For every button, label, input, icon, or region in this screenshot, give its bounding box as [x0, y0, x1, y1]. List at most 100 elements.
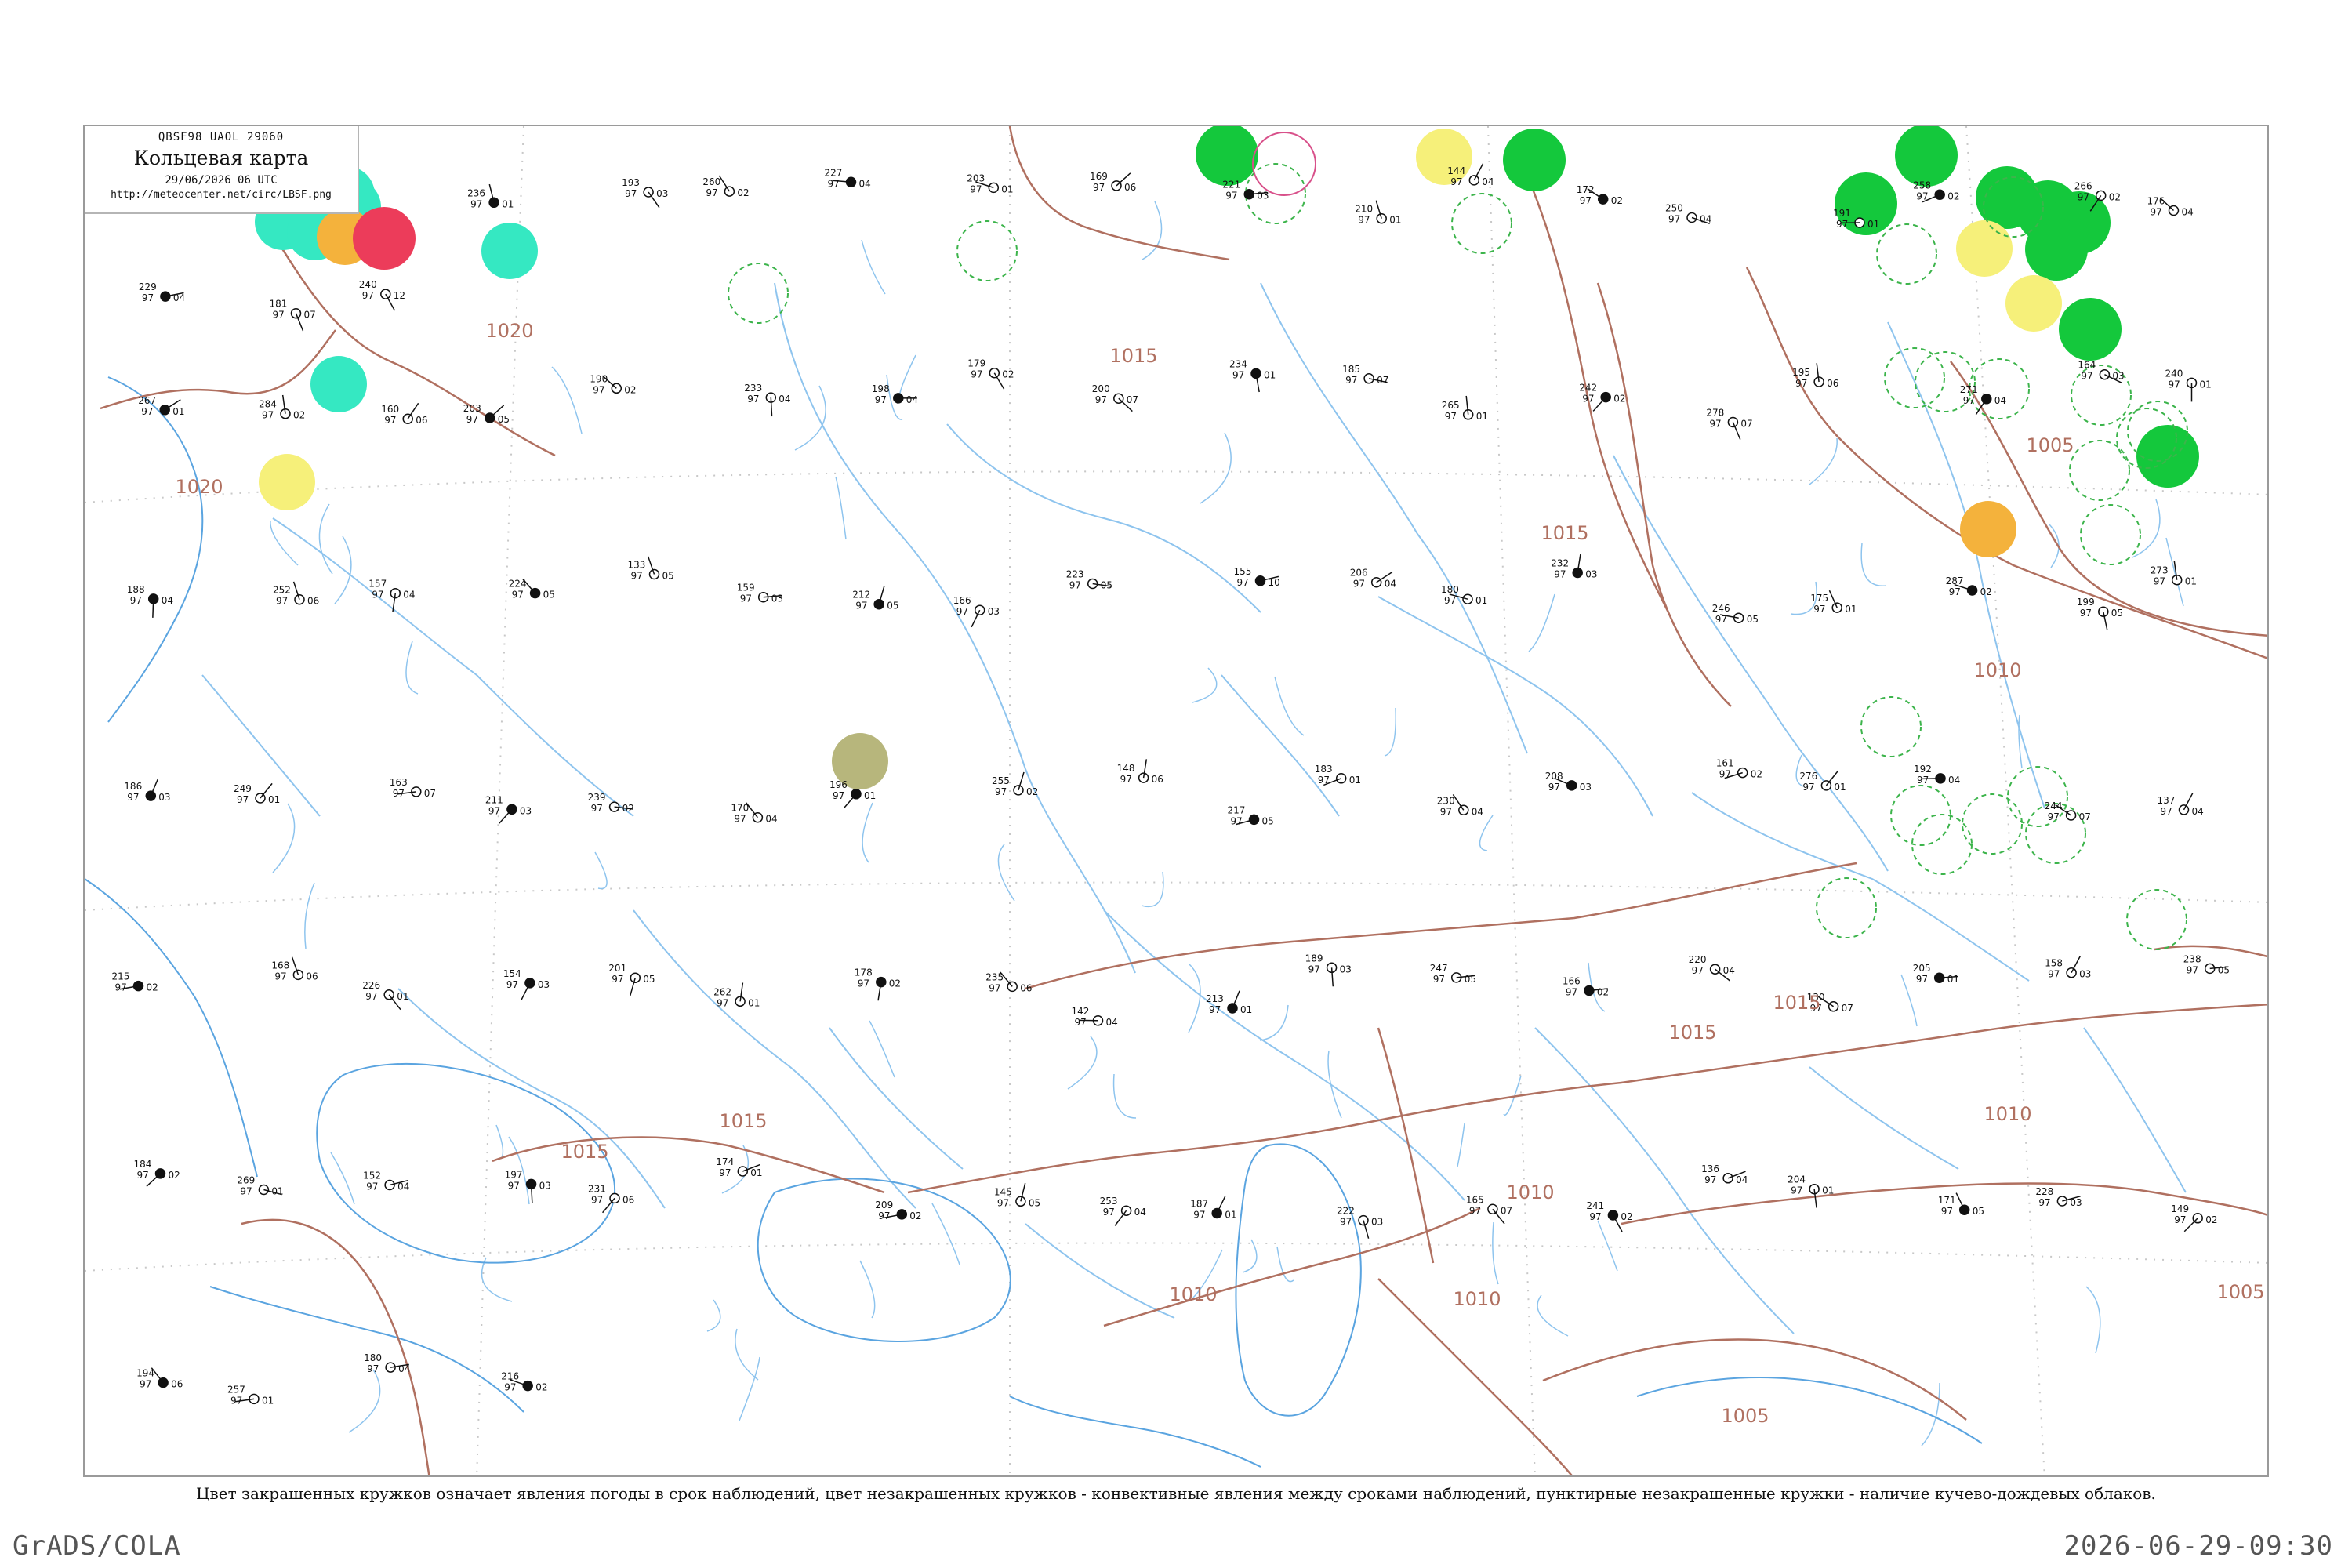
station-visibility: 97	[1318, 775, 1330, 786]
convective-ring	[1252, 132, 1316, 196]
station-temperature: 257	[227, 1384, 245, 1395]
station-plot: 27697 01	[1799, 770, 1846, 793]
station-cloud-code: 02	[1751, 769, 1762, 780]
bulletin-code: QBSF98 UAOL 29060	[158, 131, 285, 143]
station-visibility: 97	[956, 606, 968, 617]
station-cloud-code: 12	[394, 290, 405, 301]
isobar-line	[2154, 945, 2267, 958]
station-plot: 13797 04	[2158, 793, 2204, 817]
station-cloud-code: 10	[1269, 577, 1280, 588]
river	[1900, 974, 1918, 1027]
station-temperature: 205	[1913, 963, 1931, 974]
station-temperature: 278	[1706, 408, 1724, 419]
cumulonimbus-ring	[1969, 358, 2030, 419]
station-cloud-code: 04	[162, 595, 173, 606]
station-cloud-code: 04	[1134, 1207, 1146, 1218]
station-temperature: 198	[872, 383, 890, 394]
river	[1597, 1220, 1618, 1272]
station-temperature: 155	[1234, 566, 1252, 577]
river	[898, 354, 916, 401]
station-plot: 21697 02	[501, 1371, 547, 1393]
station-temperature: 255	[992, 775, 1010, 786]
station-temperature: 252	[273, 585, 291, 596]
station-cloud-code: 05	[2218, 964, 2230, 975]
station-visibility: 97	[1232, 369, 1244, 380]
station-temperature: 262	[713, 986, 731, 997]
station-visibility: 97	[2187, 964, 2198, 975]
station-visibility: 97	[142, 292, 154, 303]
station-visibility: 97	[466, 414, 478, 425]
station-visibility: 97	[2081, 371, 2092, 382]
station-temperature: 203	[463, 403, 481, 414]
station-visibility: 97	[878, 1210, 890, 1221]
river	[869, 1020, 895, 1078]
river	[1142, 201, 1163, 260]
yellow-weather-circle	[259, 454, 315, 510]
station-temperature: 170	[731, 803, 749, 814]
station-plot: 23897 05	[2183, 953, 2230, 975]
station-marker	[1458, 804, 1469, 816]
station-visibility: 97	[1589, 1211, 1601, 1222]
river	[2083, 1027, 2187, 1193]
river	[862, 802, 873, 863]
station-plot: 23497 01	[1229, 358, 1276, 393]
station-plot: 20397 05	[463, 403, 510, 425]
station-temperature: 181	[270, 299, 288, 310]
source-url[interactable]: http://meteocenter.net/circ/LBSF.png	[85, 189, 358, 201]
station-cloud-code: 07	[304, 310, 316, 321]
station-temperature: 195	[1792, 367, 1810, 378]
station-temperature: 158	[2045, 958, 2063, 969]
isobar-line	[1103, 1207, 1481, 1327]
station-temperature: 232	[1551, 558, 1569, 569]
station-plot: 22397 05	[1066, 569, 1112, 591]
station-cloud-code: 07	[2079, 811, 2091, 822]
wind-barb	[499, 808, 513, 824]
cumulonimbus-ring	[2080, 504, 2141, 565]
river	[2018, 714, 2023, 769]
station-visibility: 97	[240, 1186, 252, 1197]
river	[1528, 593, 1555, 652]
river	[1457, 1123, 1465, 1167]
station-cloud-code: 07	[1377, 375, 1388, 386]
station-cloud-code: 04	[779, 394, 790, 405]
station-marker	[160, 291, 171, 302]
station-temperature: 217	[1228, 804, 1246, 815]
station-cloud-code: 04	[1736, 1174, 1748, 1185]
station-temperature: 231	[588, 1183, 606, 1194]
station-cloud-code: 01	[1240, 1004, 1252, 1015]
station-temperature: 180	[1441, 584, 1459, 595]
station-cloud-code: 01	[1822, 1185, 1834, 1196]
station-visibility: 97	[1440, 806, 1452, 817]
station-temperature: 168	[271, 960, 289, 971]
station-temperature: 161	[1716, 758, 1734, 769]
station-cloud-code: 06	[1020, 982, 1032, 993]
station-cloud-code: 03	[158, 792, 170, 803]
river	[1242, 1239, 1258, 1273]
station-plot: 14997 02	[2171, 1203, 2217, 1232]
isobar-line	[492, 1136, 885, 1194]
station-plot: 20597 01	[1913, 963, 1959, 985]
isobar-value-label: 1005	[2216, 1281, 2264, 1303]
station-visibility: 97	[362, 290, 374, 301]
station-temperature: 233	[744, 383, 762, 394]
station-cloud-code: 01	[1476, 411, 1488, 422]
station-temperature: 208	[1545, 771, 1563, 782]
station-temperature: 230	[1437, 795, 1455, 806]
coastline	[85, 376, 1983, 1468]
station-visibility: 97	[1120, 774, 1132, 785]
station-temperature: 228	[2035, 1186, 2053, 1197]
isobar-value-label: 1010	[1973, 659, 2021, 681]
wind-barb	[843, 793, 857, 809]
station-cloud-code: 01	[748, 997, 760, 1008]
station-plot: 15497 03	[503, 968, 550, 1000]
station-plot: 16597 07	[1466, 1194, 1512, 1225]
station-visibility: 97	[488, 805, 500, 816]
station-plot: 16397 07	[390, 777, 436, 799]
station-cloud-code: 04	[1472, 806, 1483, 817]
station-marker	[1597, 194, 1609, 205]
station-temperature: 164	[2078, 360, 2096, 371]
station-temperature: 240	[2165, 368, 2183, 379]
station-visibility: 97	[1795, 378, 1807, 389]
station-cloud-code: 05	[887, 601, 898, 612]
station-plot: 23697 01	[467, 183, 514, 209]
